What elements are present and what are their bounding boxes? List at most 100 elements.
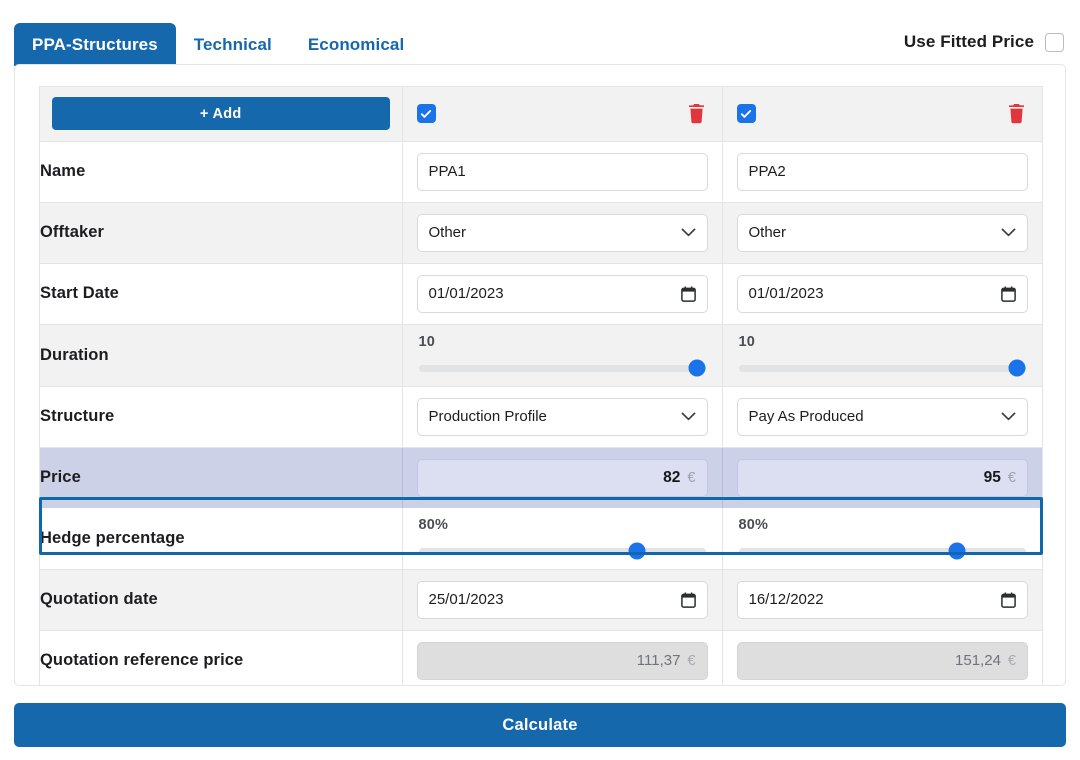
table-row-name: Name PPA1 PPA2 — [40, 141, 1042, 202]
currency-symbol: € — [1008, 470, 1016, 486]
duration-slider-ppa2[interactable] — [739, 365, 1027, 372]
ppa-table-scroll-area[interactable]: + Add — [39, 86, 1043, 686]
calendar-icon[interactable] — [1001, 592, 1016, 608]
price-input-ppa2[interactable]: 95 € — [737, 459, 1029, 497]
quotation-reference-price-field-ppa2: 151,24 € — [737, 642, 1029, 680]
quotation-reference-price-field-ppa1: 111,37 € — [417, 642, 708, 680]
table-row-quotation-reference-price: Quotation reference price 111,37 € 151,2… — [40, 630, 1042, 686]
currency-symbol: € — [687, 653, 695, 669]
chevron-down-icon — [681, 412, 696, 421]
calendar-icon[interactable] — [1001, 286, 1016, 302]
currency-symbol: € — [1008, 653, 1016, 669]
tab-technical[interactable]: Technical — [176, 23, 290, 66]
chevron-down-icon — [681, 228, 696, 237]
start-date-value-ppa1: 01/01/2023 — [429, 285, 504, 302]
hedge-value-ppa1: 80% — [419, 517, 706, 533]
row-label-structure: Structure — [40, 386, 402, 447]
start-date-cell-ppa1: 01/01/2023 — [402, 263, 722, 324]
quotation-date-cell-ppa1: 25/01/2023 — [402, 569, 722, 630]
offtaker-value-ppa2: Other — [749, 224, 787, 241]
use-fitted-price-label: Use Fitted Price — [904, 32, 1034, 52]
row-label-offtaker: Offtaker — [40, 202, 402, 263]
table-header-row: + Add — [40, 87, 1042, 141]
delete-icon-ppa1[interactable] — [687, 103, 706, 124]
enable-checkbox-ppa2[interactable] — [737, 104, 756, 123]
table-row-structure: Structure Production Profile Pa — [40, 386, 1042, 447]
tab-list: PPA-Structures Technical Economical — [14, 23, 422, 66]
start-date-value-ppa2: 01/01/2023 — [749, 285, 824, 302]
structure-cell-ppa2: Pay As Produced — [722, 386, 1042, 447]
duration-cell-ppa1: 10 — [402, 324, 722, 386]
row-label-start-date: Start Date — [40, 263, 402, 324]
start-date-input-ppa1[interactable]: 01/01/2023 — [417, 275, 708, 313]
row-label-name: Name — [40, 141, 402, 202]
row-label-quotation-reference-price: Quotation reference price — [40, 630, 402, 686]
quotation-date-input-ppa2[interactable]: 16/12/2022 — [737, 581, 1029, 619]
quotation-reference-price-cell-ppa2: 151,24 € — [722, 630, 1042, 686]
name-cell-ppa2: PPA2 — [722, 141, 1042, 202]
enable-checkbox-ppa1[interactable] — [417, 104, 436, 123]
structure-value-ppa1: Production Profile — [429, 408, 547, 425]
name-cell-ppa1: PPA1 — [402, 141, 722, 202]
slider-thumb[interactable] — [628, 543, 645, 560]
quotation-date-value-ppa2: 16/12/2022 — [749, 591, 824, 608]
hedge-value-ppa2: 80% — [739, 517, 1027, 533]
currency-symbol: € — [687, 470, 695, 486]
slider-thumb[interactable] — [949, 543, 966, 560]
use-fitted-price-checkbox[interactable] — [1045, 33, 1064, 52]
offtaker-value-ppa1: Other — [429, 224, 467, 241]
start-date-input-ppa2[interactable]: 01/01/2023 — [737, 275, 1029, 313]
ppa-calculator-app: PPA-Structures Technical Economical Use … — [0, 0, 1080, 760]
hedge-cell-ppa1: 80% — [402, 508, 722, 570]
calendar-icon[interactable] — [681, 592, 696, 608]
price-input-ppa1[interactable]: 82 € — [417, 459, 708, 497]
tab-economical[interactable]: Economical — [290, 23, 422, 66]
name-input-ppa1[interactable]: PPA1 — [417, 153, 708, 191]
table-row-start-date: Start Date 01/01/2023 01/01/202 — [40, 263, 1042, 324]
chevron-down-icon — [1001, 412, 1016, 421]
slider-thumb[interactable] — [688, 360, 705, 377]
ppa-structures-card: + Add — [14, 64, 1066, 686]
duration-slider-ppa1[interactable] — [419, 365, 706, 372]
price-cell-ppa2: 95 € — [722, 447, 1042, 508]
start-date-cell-ppa2: 01/01/2023 — [722, 263, 1042, 324]
price-cell-ppa1: 82 € — [402, 447, 722, 508]
quotation-date-cell-ppa2: 16/12/2022 — [722, 569, 1042, 630]
hedge-cell-ppa2: 80% — [722, 508, 1042, 570]
offtaker-cell-ppa1: Other — [402, 202, 722, 263]
price-value-ppa1: 82 — [663, 469, 680, 487]
row-label-duration: Duration — [40, 324, 402, 386]
row-label-price: Price — [40, 447, 402, 508]
column-controls-ppa1 — [402, 87, 722, 141]
offtaker-select-ppa1[interactable]: Other — [417, 214, 708, 252]
offtaker-select-ppa2[interactable]: Other — [737, 214, 1029, 252]
slider-thumb[interactable] — [1009, 360, 1026, 377]
structure-value-ppa2: Pay As Produced — [749, 408, 864, 425]
name-input-ppa2[interactable]: PPA2 — [737, 153, 1029, 191]
column-controls-ppa2 — [722, 87, 1042, 141]
calculate-button[interactable]: Calculate — [14, 703, 1066, 747]
quotation-date-input-ppa1[interactable]: 25/01/2023 — [417, 581, 708, 619]
offtaker-cell-ppa2: Other — [722, 202, 1042, 263]
quotation-reference-price-value-ppa1: 111,37 — [637, 652, 681, 669]
duration-value-ppa1: 10 — [419, 334, 706, 350]
tab-ppa-structures[interactable]: PPA-Structures — [14, 23, 176, 66]
hedge-slider-ppa1[interactable] — [419, 548, 706, 555]
use-fitted-price-control[interactable]: Use Fitted Price — [904, 32, 1064, 66]
hedge-slider-ppa2[interactable] — [739, 548, 1027, 555]
add-button[interactable]: + Add — [52, 97, 390, 130]
chevron-down-icon — [1001, 228, 1016, 237]
ppa-table: + Add — [40, 87, 1042, 686]
table-row-price: Price 82 € 95 € — [40, 447, 1042, 508]
table-row-hedge-percentage: Hedge percentage 80% 80% — [40, 508, 1042, 570]
structure-select-ppa2[interactable]: Pay As Produced — [737, 398, 1029, 436]
row-label-hedge-percentage: Hedge percentage — [40, 508, 402, 570]
duration-cell-ppa2: 10 — [722, 324, 1042, 386]
structure-select-ppa1[interactable]: Production Profile — [417, 398, 708, 436]
delete-icon-ppa2[interactable] — [1007, 103, 1026, 124]
calendar-icon[interactable] — [681, 286, 696, 302]
duration-value-ppa2: 10 — [739, 334, 1027, 350]
table-row-duration: Duration 10 10 — [40, 324, 1042, 386]
add-cell: + Add — [40, 87, 402, 141]
price-value-ppa2: 95 — [984, 469, 1001, 487]
